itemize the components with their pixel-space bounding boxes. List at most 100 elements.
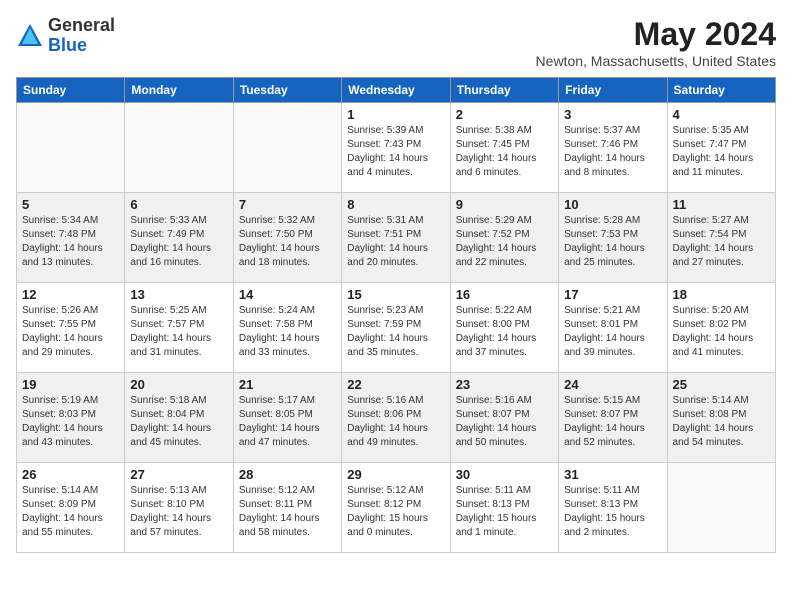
day-number: 17 [564, 287, 661, 302]
day-info: Sunrise: 5:38 AM Sunset: 7:45 PM Dayligh… [456, 124, 553, 180]
day-number: 5 [22, 197, 119, 212]
day-info: Sunrise: 5:11 AM Sunset: 8:13 PM Dayligh… [456, 484, 553, 540]
calendar-day-cell [233, 103, 341, 193]
weekday-header: Saturday [667, 78, 775, 103]
day-info: Sunrise: 5:37 AM Sunset: 7:46 PM Dayligh… [564, 124, 661, 180]
day-info: Sunrise: 5:18 AM Sunset: 8:04 PM Dayligh… [130, 394, 227, 450]
calendar-day-cell: 27 Sunrise: 5:13 AM Sunset: 8:10 PM Dayli… [125, 463, 233, 553]
day-number: 8 [347, 197, 444, 212]
day-info: Sunrise: 5:26 AM Sunset: 7:55 PM Dayligh… [22, 304, 119, 360]
day-info: Sunrise: 5:25 AM Sunset: 7:57 PM Dayligh… [130, 304, 227, 360]
day-number: 22 [347, 377, 444, 392]
calendar-day-cell: 12 Sunrise: 5:26 AM Sunset: 7:55 PM Dayli… [17, 283, 125, 373]
calendar-day-cell: 5 Sunrise: 5:34 AM Sunset: 7:48 PM Daylig… [17, 193, 125, 283]
calendar-day-cell: 29Sunrise: 5:12 AM Sunset: 8:12 PM Dayli… [342, 463, 450, 553]
calendar-week-row: 1 Sunrise: 5:39 AM Sunset: 7:43 PM Daylig… [17, 103, 776, 193]
weekday-header: Friday [559, 78, 667, 103]
day-number: 4 [673, 107, 770, 122]
day-number: 19 [22, 377, 119, 392]
calendar-week-row: 5 Sunrise: 5:34 AM Sunset: 7:48 PM Daylig… [17, 193, 776, 283]
day-number: 24 [564, 377, 661, 392]
logo-icon [16, 22, 44, 50]
day-number: 25 [673, 377, 770, 392]
day-info: Sunrise: 5:23 AM Sunset: 7:59 PM Dayligh… [347, 304, 444, 360]
day-info: Sunrise: 5:39 AM Sunset: 7:43 PM Dayligh… [347, 124, 444, 180]
day-number: 31 [564, 467, 661, 482]
day-number: 12 [22, 287, 119, 302]
calendar-day-cell: 1 Sunrise: 5:39 AM Sunset: 7:43 PM Daylig… [342, 103, 450, 193]
calendar-day-cell: 31 Sunrise: 5:11 AM Sunset: 8:13 PM Dayli… [559, 463, 667, 553]
calendar-day-cell: 4 Sunrise: 5:35 AM Sunset: 7:47 PM Daylig… [667, 103, 775, 193]
weekday-header: Wednesday [342, 78, 450, 103]
day-info: Sunrise: 5:16 AM Sunset: 8:06 PM Dayligh… [347, 394, 444, 450]
day-info: Sunrise: 5:11 AM Sunset: 8:13 PM Dayligh… [564, 484, 661, 540]
logo-general: General [48, 15, 115, 35]
title-section: May 2024 Newton, Massachusetts, United S… [536, 16, 776, 69]
calendar-day-cell: 19Sunrise: 5:19 AM Sunset: 8:03 PM Dayli… [17, 373, 125, 463]
logo-text: General Blue [48, 16, 115, 56]
calendar-day-cell: 8Sunrise: 5:31 AM Sunset: 7:51 PM Daylig… [342, 193, 450, 283]
day-number: 20 [130, 377, 227, 392]
day-number: 15 [347, 287, 444, 302]
calendar-day-cell: 11 Sunrise: 5:27 AM Sunset: 7:54 PM Dayli… [667, 193, 775, 283]
day-info: Sunrise: 5:13 AM Sunset: 8:10 PM Dayligh… [130, 484, 227, 540]
calendar-day-cell: 2 Sunrise: 5:38 AM Sunset: 7:45 PM Daylig… [450, 103, 558, 193]
day-number: 23 [456, 377, 553, 392]
day-info: Sunrise: 5:15 AM Sunset: 8:07 PM Dayligh… [564, 394, 661, 450]
calendar-day-cell: 26Sunrise: 5:14 AM Sunset: 8:09 PM Dayli… [17, 463, 125, 553]
weekday-header: Monday [125, 78, 233, 103]
day-number: 10 [564, 197, 661, 212]
calendar-week-row: 19Sunrise: 5:19 AM Sunset: 8:03 PM Dayli… [17, 373, 776, 463]
weekday-header: Tuesday [233, 78, 341, 103]
day-number: 1 [347, 107, 444, 122]
calendar-day-cell: 16Sunrise: 5:22 AM Sunset: 8:00 PM Dayli… [450, 283, 558, 373]
day-info: Sunrise: 5:28 AM Sunset: 7:53 PM Dayligh… [564, 214, 661, 270]
day-number: 3 [564, 107, 661, 122]
calendar-day-cell: 13Sunrise: 5:25 AM Sunset: 7:57 PM Dayli… [125, 283, 233, 373]
day-number: 21 [239, 377, 336, 392]
weekday-header: Sunday [17, 78, 125, 103]
day-number: 7 [239, 197, 336, 212]
day-info: Sunrise: 5:35 AM Sunset: 7:47 PM Dayligh… [673, 124, 770, 180]
calendar-week-row: 12 Sunrise: 5:26 AM Sunset: 7:55 PM Dayli… [17, 283, 776, 373]
day-info: Sunrise: 5:32 AM Sunset: 7:50 PM Dayligh… [239, 214, 336, 270]
logo: General Blue [16, 16, 115, 56]
day-number: 28 [239, 467, 336, 482]
day-info: Sunrise: 5:34 AM Sunset: 7:48 PM Dayligh… [22, 214, 119, 270]
day-number: 2 [456, 107, 553, 122]
calendar-day-cell: 25 Sunrise: 5:14 AM Sunset: 8:08 PM Dayli… [667, 373, 775, 463]
calendar-day-cell: 7 Sunrise: 5:32 AM Sunset: 7:50 PM Daylig… [233, 193, 341, 283]
day-info: Sunrise: 5:17 AM Sunset: 8:05 PM Dayligh… [239, 394, 336, 450]
day-number: 9 [456, 197, 553, 212]
calendar-day-cell: 9Sunrise: 5:29 AM Sunset: 7:52 PM Daylig… [450, 193, 558, 283]
day-info: Sunrise: 5:14 AM Sunset: 8:09 PM Dayligh… [22, 484, 119, 540]
page-header: General Blue May 2024 Newton, Massachuse… [16, 16, 776, 69]
month-year: May 2024 [536, 16, 776, 53]
day-number: 6 [130, 197, 227, 212]
day-info: Sunrise: 5:12 AM Sunset: 8:11 PM Dayligh… [239, 484, 336, 540]
calendar-day-cell: 20 Sunrise: 5:18 AM Sunset: 8:04 PM Dayli… [125, 373, 233, 463]
day-number: 27 [130, 467, 227, 482]
calendar-table: SundayMondayTuesdayWednesdayThursdayFrid… [16, 77, 776, 553]
logo-blue-text: Blue [48, 35, 87, 55]
day-info: Sunrise: 5:24 AM Sunset: 7:58 PM Dayligh… [239, 304, 336, 360]
day-number: 16 [456, 287, 553, 302]
calendar-day-cell: 14 Sunrise: 5:24 AM Sunset: 7:58 PM Dayli… [233, 283, 341, 373]
day-info: Sunrise: 5:27 AM Sunset: 7:54 PM Dayligh… [673, 214, 770, 270]
calendar-day-cell: 30 Sunrise: 5:11 AM Sunset: 8:13 PM Dayli… [450, 463, 558, 553]
day-number: 11 [673, 197, 770, 212]
day-info: Sunrise: 5:20 AM Sunset: 8:02 PM Dayligh… [673, 304, 770, 360]
day-info: Sunrise: 5:33 AM Sunset: 7:49 PM Dayligh… [130, 214, 227, 270]
day-number: 14 [239, 287, 336, 302]
calendar-header-row: SundayMondayTuesdayWednesdayThursdayFrid… [17, 78, 776, 103]
calendar-day-cell: 10 Sunrise: 5:28 AM Sunset: 7:53 PM Dayli… [559, 193, 667, 283]
day-info: Sunrise: 5:12 AM Sunset: 8:12 PM Dayligh… [347, 484, 444, 540]
calendar-day-cell [125, 103, 233, 193]
day-info: Sunrise: 5:16 AM Sunset: 8:07 PM Dayligh… [456, 394, 553, 450]
weekday-header: Thursday [450, 78, 558, 103]
day-number: 30 [456, 467, 553, 482]
day-info: Sunrise: 5:14 AM Sunset: 8:08 PM Dayligh… [673, 394, 770, 450]
day-info: Sunrise: 5:21 AM Sunset: 8:01 PM Dayligh… [564, 304, 661, 360]
calendar-day-cell: 23 Sunrise: 5:16 AM Sunset: 8:07 PM Dayli… [450, 373, 558, 463]
calendar-day-cell: 22 Sunrise: 5:16 AM Sunset: 8:06 PM Dayli… [342, 373, 450, 463]
